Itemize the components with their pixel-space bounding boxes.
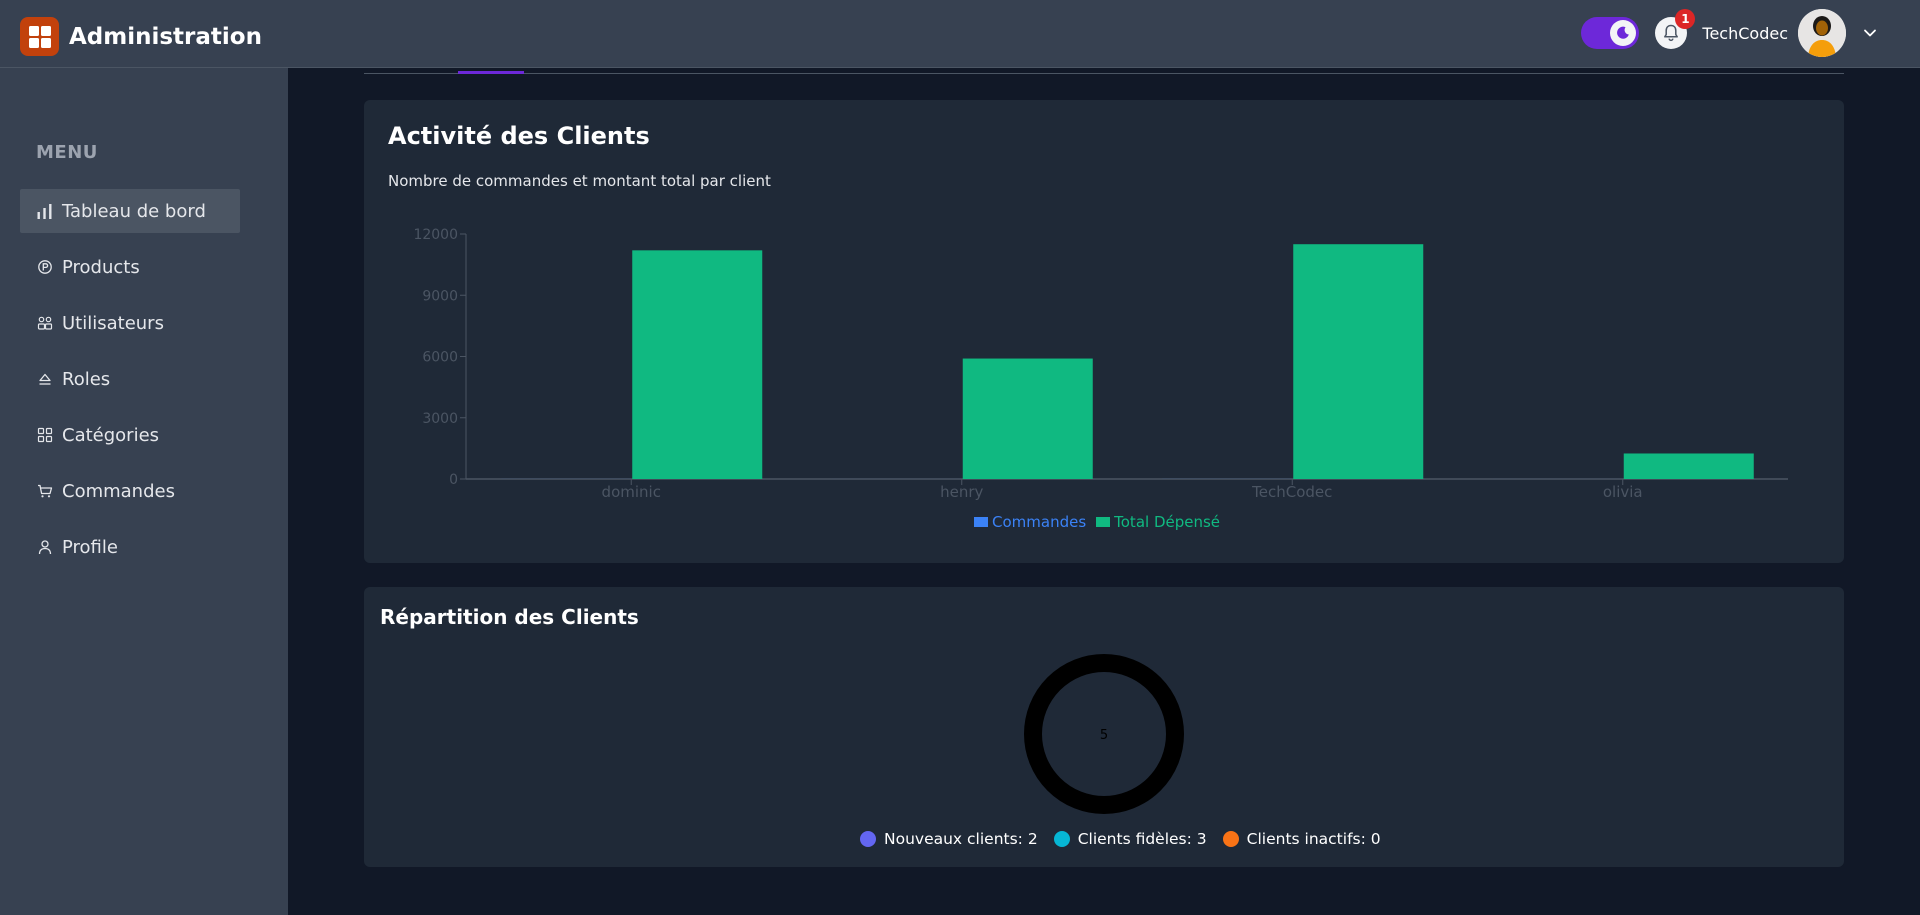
clients-donut-chart: 5 (1024, 654, 1184, 814)
y-tick-label: 3000 (422, 411, 458, 427)
sidebar-item-label: Commandes (62, 480, 175, 502)
avatar[interactable] (1798, 9, 1846, 57)
donut-legend: Nouveaux clients: 2 Clients fidèles: 3 C… (860, 830, 1397, 848)
legend-swatch (974, 517, 988, 527)
legend-item-inactifs: Clients inactifs: 0 (1222, 830, 1381, 848)
tabs-divider (364, 73, 1844, 74)
x-tick-label: olivia (1603, 483, 1643, 501)
legend-dot (860, 831, 876, 847)
legend-dot (1053, 831, 1070, 847)
x-tick-label: dominic (602, 483, 661, 501)
legend-item-total[interactable]: Total Dépensé (1096, 513, 1220, 531)
sidebar-item-label: Profile (62, 536, 118, 558)
sidebar-item-profile[interactable]: Profile (20, 525, 240, 569)
users-icon (36, 314, 54, 332)
legend-dot (1222, 831, 1239, 847)
legend-label: Clients fidèles: 3 (1077, 830, 1207, 848)
x-tick-label: TechCodec (1251, 483, 1332, 501)
bar-chart-icon (36, 202, 54, 220)
bar-total-depense (962, 358, 1093, 479)
menu-label: MENU (36, 142, 98, 163)
dark-mode-toggle[interactable] (1581, 17, 1640, 49)
top-header: Administration 1 TechCodec (0, 0, 1920, 68)
brand[interactable]: Administration (20, 17, 262, 56)
donut-center-value: 5 (1100, 728, 1108, 743)
sidebar-item-utilisateurs[interactable]: Utilisateurs (20, 301, 240, 345)
legend-item-commandes[interactable]: Commandes (974, 513, 1086, 531)
sidebar-item-label: Utilisateurs (62, 312, 164, 334)
user-icon (36, 538, 54, 556)
legend-label: Total Dépensé (1114, 513, 1221, 531)
legend-label: Clients inactifs: 0 (1246, 830, 1381, 848)
roles-icon (36, 370, 54, 388)
legend-item-nouveaux: Nouveaux clients: 2 (860, 830, 1038, 848)
notifications-button[interactable]: 1 (1655, 9, 1696, 49)
y-tick-label: 12000 (413, 227, 458, 243)
bar-total-depense (1623, 453, 1754, 479)
sidebar-item-label: Products (62, 256, 140, 278)
bar-total-depense (1293, 244, 1424, 479)
x-tick-label: henry (940, 483, 983, 501)
chevron-down-icon[interactable] (1860, 23, 1880, 43)
sidebar: MENU Tableau de bord Products Utilisateu… (0, 68, 288, 915)
legend-item-fideles: Clients fidèles: 3 (1053, 830, 1207, 848)
active-tab-indicator[interactable] (458, 71, 524, 74)
bar-chart-legend: Commandes Total Dépensé (974, 513, 1230, 531)
repartition-card: Répartition des Clients 5 (364, 587, 1844, 867)
sidebar-item-tableau-de-bord[interactable]: Tableau de bord (20, 189, 240, 233)
activity-bar-chart: 0 3000 6000 9000 12000 dominic henry TechCodec o… (413, 227, 1788, 501)
moon-icon (1610, 20, 1637, 46)
user-name[interactable]: TechCodec (1702, 24, 1788, 43)
app-title: Administration (69, 23, 262, 50)
notification-badge: 1 (1675, 9, 1696, 29)
legend-label: Nouveaux clients: 2 (884, 830, 1038, 848)
bar-total-depense (632, 250, 763, 479)
cart-icon (36, 482, 54, 500)
sidebar-item-label: Catégories (62, 424, 160, 446)
y-tick-label: 6000 (422, 350, 458, 366)
grid-icon (36, 426, 54, 444)
y-tick-label: 9000 (422, 288, 458, 304)
legend-label: Commandes (992, 513, 1087, 531)
y-tick-label: 0 (449, 472, 458, 488)
product-icon (36, 258, 54, 276)
sidebar-item-products[interactable]: Products (20, 245, 240, 289)
activity-card: Activité des Clients Nombre de commandes… (364, 100, 1844, 563)
sidebar-item-commandes[interactable]: Commandes (20, 469, 240, 513)
sidebar-item-roles[interactable]: Roles (20, 357, 240, 401)
sidebar-item-label: Roles (62, 368, 111, 390)
legend-swatch (1096, 517, 1111, 527)
sidebar-item-label: Tableau de bord (62, 200, 206, 222)
sidebar-item-categories[interactable]: Catégories (20, 413, 240, 457)
dashboard-logo-icon (20, 17, 59, 56)
